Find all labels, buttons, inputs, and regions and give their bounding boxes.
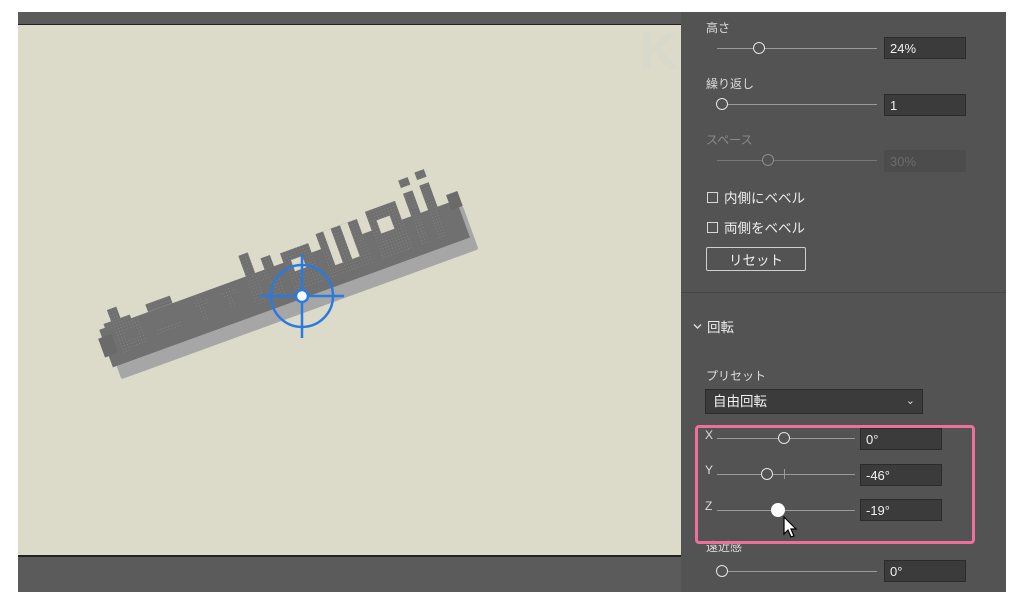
rotation-y-slider[interactable] [717,474,855,475]
space-slider-thumb[interactable] [762,154,774,166]
artboard[interactable] [18,24,681,557]
chevron-down-icon[interactable]: ⌄ [906,390,915,413]
bevel-inside-label: 内側にベベル [724,191,805,206]
perspective-field[interactable]: 0° [884,560,966,582]
preset-select-value: 自由回転 [713,394,767,409]
3d-text-object[interactable] [82,161,479,382]
bevel-both-label: 両側をベベル [724,221,805,236]
section-divider [681,292,1006,293]
repeat-slider-thumb[interactable] [716,98,728,110]
rotation-z-slider[interactable] [717,510,855,511]
space-field[interactable]: 30% [884,150,966,172]
rotation-y-slider-thumb[interactable] [761,468,773,480]
checkbox-icon[interactable] [707,221,718,233]
rotation-z-slider-thumb[interactable] [771,503,785,517]
reset-button[interactable]: リセット [706,247,806,271]
checkbox-icon[interactable] [707,191,718,203]
height-slider[interactable] [717,48,877,49]
perspective-slider-thumb[interactable] [716,565,728,577]
chevron-down-icon[interactable] [693,323,702,330]
rotation-y-center-tick [784,469,785,479]
rotation-y-field[interactable]: -46° [860,464,942,486]
preset-select[interactable]: 自由回転 ⌄ [705,389,923,414]
height-field[interactable]: 24% [884,37,966,59]
mouse-cursor-icon [783,516,798,538]
rotation-y-label: Y [705,463,714,477]
rotation-x-label: X [705,428,714,442]
repeat-field[interactable]: 1 [884,94,966,116]
rotation-z-label: Z [705,499,713,513]
height-label: 高さ [706,21,731,35]
artwork-svg [82,161,479,382]
perspective-label: 遠近感 [706,540,743,554]
rotation-x-slider-thumb[interactable] [778,432,790,444]
canvas-workspace [18,12,681,592]
rotation-section-header[interactable]: 回転 [693,316,734,336]
height-slider-thumb[interactable] [753,42,765,54]
3d-properties-panel: 高さ 24% 繰り返し 1 スペース 30% 内側にベベル 両側をベベル リセッ… [681,12,1006,592]
space-label: スペース [706,133,753,147]
bevel-inside-checkbox[interactable]: 内側にベベル [707,187,805,207]
space-slider[interactable] [717,160,877,161]
bevel-both-checkbox[interactable]: 両側をベベル [707,217,805,237]
rotation-section-label: 回転 [707,320,734,335]
preset-label: プリセット [706,369,767,383]
perspective-slider[interactable] [717,571,877,572]
rotation-z-field[interactable]: -19° [860,499,942,521]
repeat-label: 繰り返し [706,77,755,91]
rotation-x-field[interactable]: 0° [860,428,942,450]
repeat-slider[interactable] [717,104,877,105]
